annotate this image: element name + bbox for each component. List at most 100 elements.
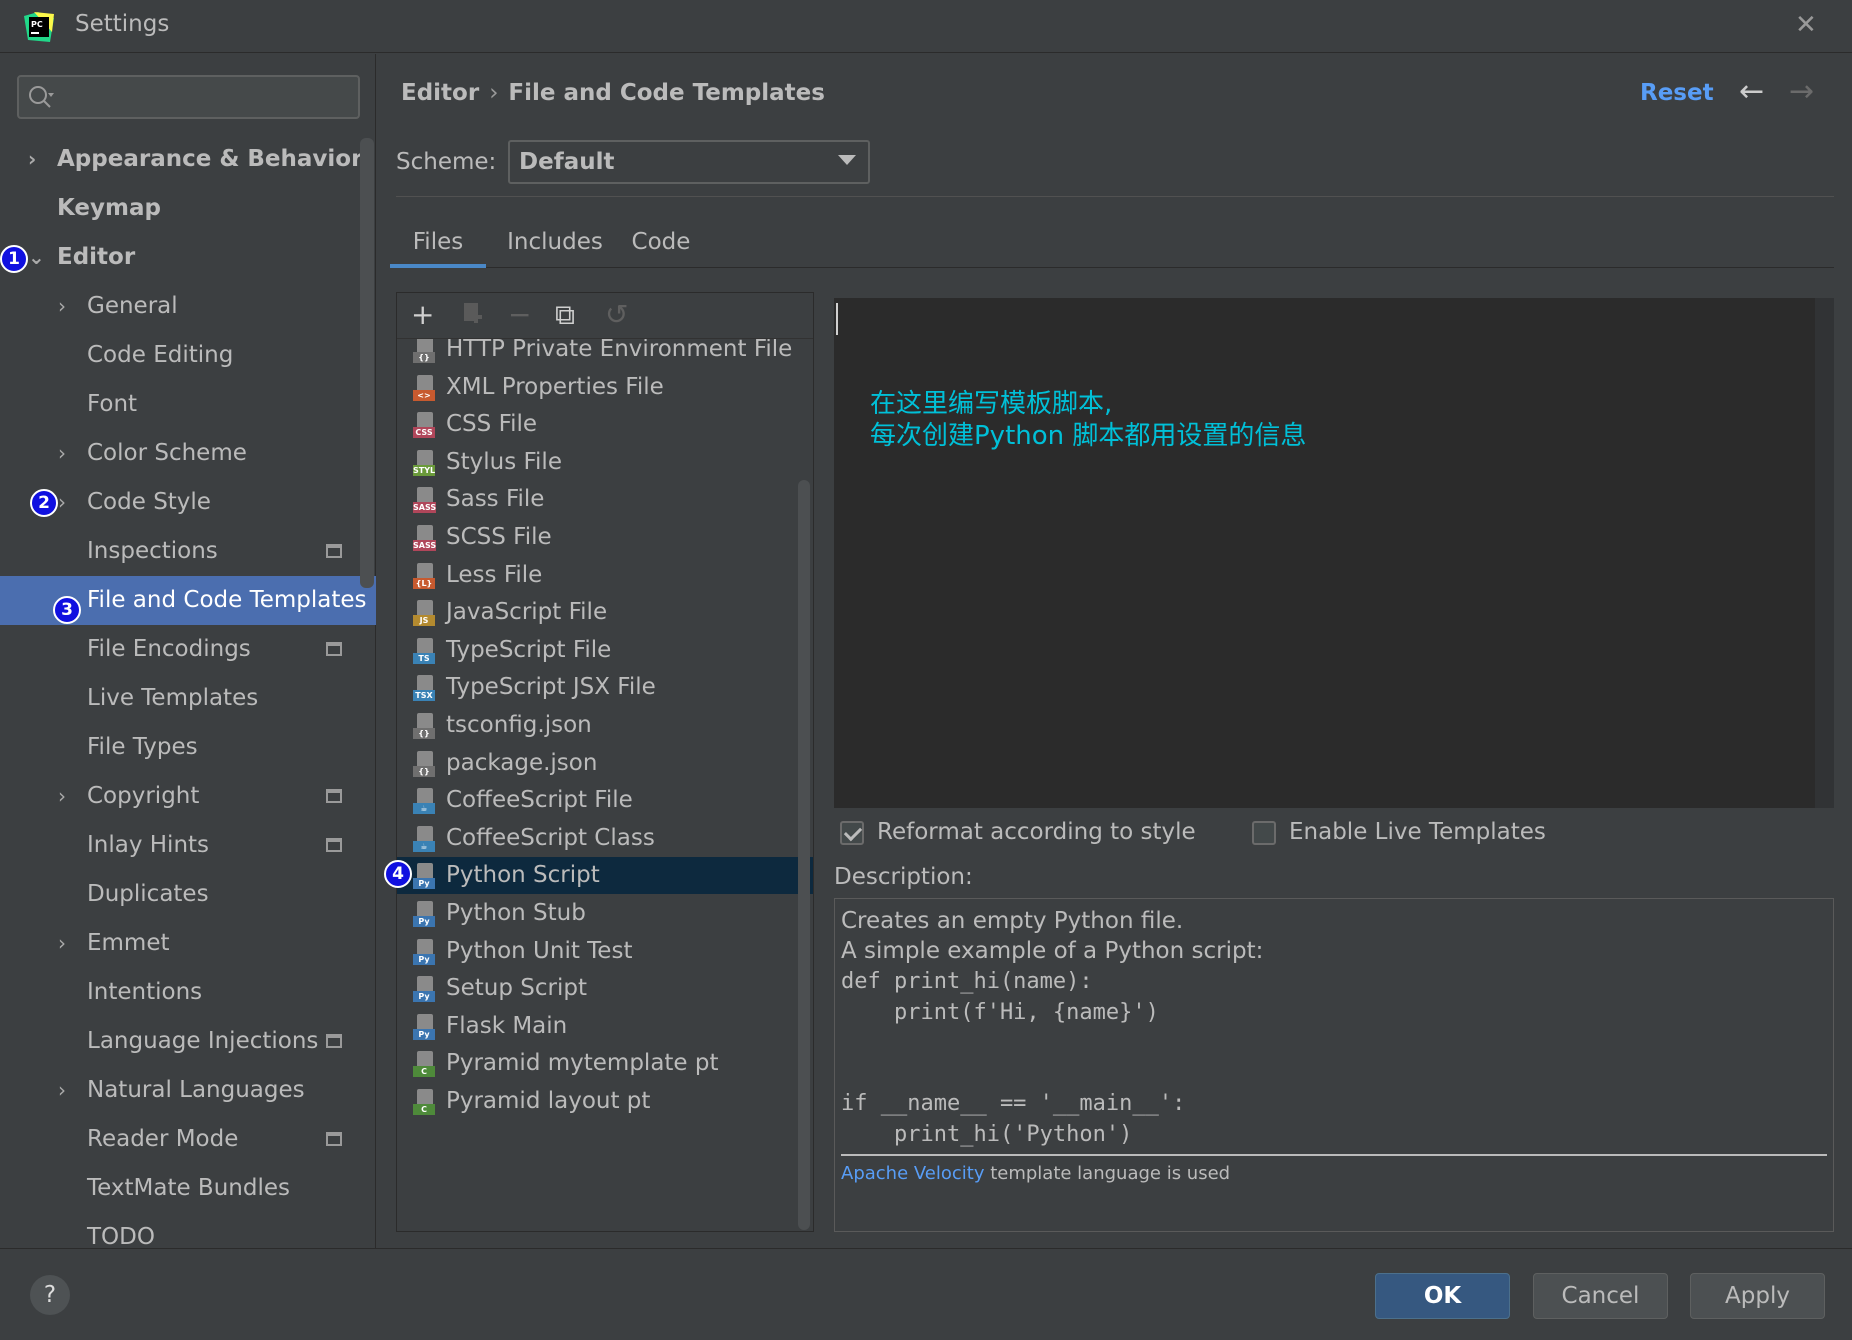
chevron-right-icon[interactable]: › [58,429,66,478]
file-template-item[interactable]: ☕ CoffeeScript File [397,782,813,819]
breadcrumb-parent[interactable]: Editor [401,80,479,106]
file-template-item[interactable]: TS TypeScript File [397,632,813,669]
back-arrow-icon[interactable]: ← [1739,74,1764,109]
file-type-icon: ☕ [413,826,437,852]
divider [396,196,1834,197]
chevron-right-icon[interactable]: › [58,478,66,527]
file-template-label: CSS File [446,411,538,437]
file-template-label: tsconfig.json [446,712,592,738]
tab-includes[interactable]: Includes [502,218,608,268]
reset-link[interactable]: Reset [1640,80,1714,106]
sidebar-item[interactable]: Live Templates [0,674,376,723]
file-template-item[interactable]: Py Python Script [397,857,813,894]
sidebar-item[interactable]: Duplicates [0,870,376,919]
chevron-right-icon[interactable]: › [28,135,36,184]
file-template-item[interactable]: <> XML Properties File [397,369,813,406]
file-type-icon: {L} [413,563,437,589]
file-type-icon: {} [413,339,437,363]
sidebar-item[interactable]: Reader Mode [0,1115,376,1164]
file-type-icon: <> [413,375,437,401]
project-scope-icon [326,1132,342,1146]
file-template-item[interactable]: {} package.json [397,745,813,782]
file-template-item[interactable]: STYL Stylus File [397,444,813,481]
file-template-item[interactable]: Py Setup Script [397,970,813,1007]
file-template-item[interactable]: SASS SCSS File [397,519,813,556]
file-template-label: Setup Script [446,975,587,1001]
file-template-item[interactable]: C Pyramid mytemplate pt [397,1045,813,1082]
sidebar-item[interactable]: › Color Scheme [0,429,376,478]
file-template-label: Python Unit Test [446,938,633,964]
sidebar-item[interactable]: › General [0,282,376,331]
velocity-note: Apache Velocity template language is use… [841,1163,1230,1184]
annotation-marker-2: 2 [30,489,58,517]
chevron-right-icon[interactable]: › [58,1066,66,1115]
sidebar-item[interactable]: Keymap [0,184,376,233]
file-template-item[interactable]: {} tsconfig.json [397,707,813,744]
file-template-item[interactable]: TSX TypeScript JSX File [397,669,813,706]
sidebar-item-label: General [87,293,178,319]
chevron-right-icon[interactable]: › [58,919,66,968]
template-tabs: Files Includes Code [390,218,1834,268]
file-template-item[interactable]: C Pyramid layout pt [397,1083,813,1120]
sidebar-item-label: Intentions [87,979,203,1005]
file-template-label: Pyramid mytemplate pt [446,1050,719,1076]
live-templates-checkbox[interactable] [1252,821,1276,845]
description-code-line: print(f'Hi, {name}') [841,1000,1159,1025]
sidebar-item[interactable]: TextMate Bundles [0,1164,376,1213]
apache-velocity-link[interactable]: Apache Velocity [841,1163,984,1184]
sidebar-item[interactable]: ⌄ Editor [0,233,376,282]
live-templates-label[interactable]: Enable Live Templates [1289,819,1546,845]
sidebar-item[interactable]: File Types [0,723,376,772]
file-template-item[interactable]: Py Flask Main [397,1008,813,1045]
sidebar-item-label: Inspections [87,538,218,564]
copy-icon[interactable]: ⧉ [555,300,575,330]
scheme-label: Scheme: [396,149,497,175]
breadcrumb: Editor › File and Code Templates [401,80,825,106]
reformat-label[interactable]: Reformat according to style [877,819,1196,845]
scheme-value: Default [519,149,615,175]
sidebar-item[interactable]: File Encodings [0,625,376,674]
sidebar-item-label: Keymap [57,195,161,221]
sidebar-item[interactable]: › Appearance & Behavior [0,135,376,184]
chevron-right-icon[interactable]: › [58,282,66,331]
file-template-item[interactable]: Py Python Unit Test [397,933,813,970]
sidebar-item[interactable]: Inlay Hints [0,821,376,870]
apply-button[interactable]: Apply [1690,1273,1825,1319]
file-template-item[interactable]: SASS Sass File [397,481,813,518]
sidebar-item[interactable]: Code Editing [0,331,376,380]
title-bar [0,0,1852,53]
chevron-right-icon[interactable]: › [58,772,66,821]
tab-code[interactable]: Code [624,218,698,268]
sidebar-item[interactable]: Inspections [0,527,376,576]
file-template-item[interactable]: Py Python Stub [397,895,813,932]
description-divider [841,1154,1827,1156]
file-template-label: SCSS File [446,524,552,550]
reformat-checkbox[interactable] [840,821,864,845]
sidebar-scrollbar[interactable] [360,138,374,588]
cancel-button[interactable]: Cancel [1533,1273,1668,1319]
sidebar-item[interactable]: Intentions [0,968,376,1017]
ok-button[interactable]: OK [1375,1273,1510,1319]
template-editor[interactable] [834,298,1815,808]
settings-search-input[interactable] [17,75,360,119]
file-template-item[interactable]: JS JavaScript File [397,594,813,631]
sidebar-item[interactable]: › Copyright [0,772,376,821]
chevron-down-icon[interactable]: ⌄ [28,233,45,282]
annotation-marker-1: 1 [0,245,28,273]
file-type-icon: JS [413,600,437,626]
help-button[interactable]: ? [30,1275,70,1315]
close-icon[interactable]: ✕ [1795,10,1817,40]
sidebar-item[interactable]: Font [0,380,376,429]
file-template-item[interactable]: CSS CSS File [397,406,813,443]
add-icon[interactable]: + [411,300,434,330]
description-code-line: def print_hi(name): [841,969,1093,994]
list-scrollbar[interactable] [798,480,810,1230]
sidebar-item-label: Natural Languages [87,1077,305,1103]
file-template-item[interactable]: ☕ CoffeeScript Class [397,820,813,857]
file-template-label: Less File [446,562,543,588]
sidebar-item[interactable]: Language Injections [0,1017,376,1066]
tab-files[interactable]: Files [390,218,486,268]
sidebar-item[interactable]: › Emmet [0,919,376,968]
sidebar-item[interactable]: › Natural Languages [0,1066,376,1115]
file-template-item[interactable]: {L} Less File [397,557,813,594]
